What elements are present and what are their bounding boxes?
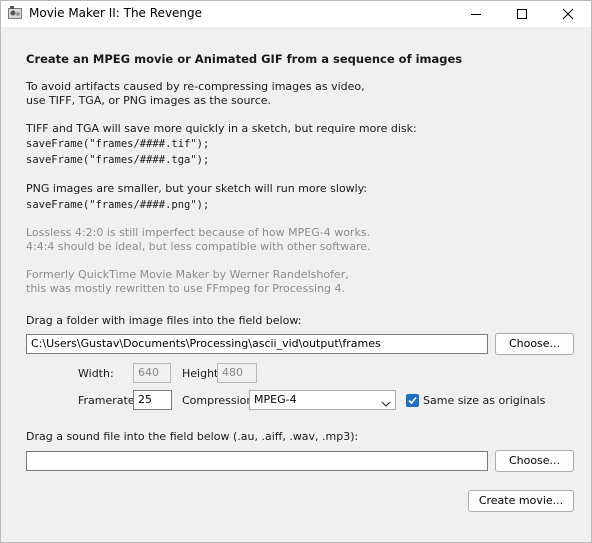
close-icon[interactable]: [545, 1, 591, 27]
framerate-label: Framerate:: [78, 394, 139, 407]
framerate-field[interactable]: 25: [133, 390, 172, 410]
sound-file-label: Drag a sound file into the field below (…: [26, 430, 359, 443]
chevron-down-icon: [381, 396, 391, 407]
tiff-code-line2: saveFrame("frames/####.tga");: [26, 154, 210, 166]
avoid-text-line2: use TIFF, TGA, or PNG images as the sour…: [26, 94, 272, 107]
lossless-text-line1: Lossless 4:2:0 is still imperfect becaus…: [26, 226, 371, 239]
same-size-checkbox[interactable]: [406, 394, 419, 407]
png-code-line: saveFrame("frames/####.png");: [26, 199, 210, 211]
title-bar[interactable]: Movie Maker II: The Revenge: [1, 1, 591, 27]
avoid-text-line1: To avoid artifacts caused by re-compress…: [26, 80, 365, 93]
movie-maker-app-icon: [7, 5, 23, 21]
window-title: Movie Maker II: The Revenge: [29, 6, 203, 20]
compression-dropdown[interactable]: MPEG-4: [249, 390, 396, 410]
same-size-label[interactable]: Same size as originals: [423, 394, 545, 408]
image-folder-field[interactable]: C:\Users\Gustav\Documents\Processing\asc…: [26, 334, 488, 354]
width-field[interactable]: 640: [133, 363, 171, 383]
maximize-icon[interactable]: [499, 1, 545, 27]
choose-image-folder-button[interactable]: Choose...: [495, 333, 574, 355]
lossless-text-line2: 4:4:4 should be ideal, but less compatib…: [26, 240, 371, 253]
dialog-content: Create an MPEG movie or Animated GIF fro…: [1, 27, 591, 542]
app-window: Movie Maker II: The Revenge Create an MP…: [0, 0, 592, 543]
credit-text-line1: Formerly QuickTime Movie Maker by Werner…: [26, 268, 349, 281]
height-field[interactable]: 480: [217, 363, 257, 383]
minimize-icon[interactable]: [453, 1, 499, 27]
credit-text-line2: this was mostly rewritten to use FFmpeg …: [26, 282, 346, 295]
width-label: Width:: [78, 367, 114, 380]
tiff-code-line1: saveFrame("frames/####.tif");: [26, 138, 210, 150]
sound-file-field[interactable]: [26, 451, 488, 471]
info-heading: Create an MPEG movie or Animated GIF fro…: [26, 52, 463, 66]
create-movie-button[interactable]: Create movie...: [468, 490, 574, 512]
tiff-text: TIFF and TGA will save more quickly in a…: [26, 122, 417, 135]
image-folder-label: Drag a folder with image files into the …: [26, 314, 302, 327]
compression-label: Compression:: [182, 394, 258, 407]
png-text: PNG images are smaller, but your sketch …: [26, 182, 368, 195]
choose-sound-file-button[interactable]: Choose...: [495, 450, 574, 472]
compression-value: MPEG-4: [254, 393, 297, 406]
